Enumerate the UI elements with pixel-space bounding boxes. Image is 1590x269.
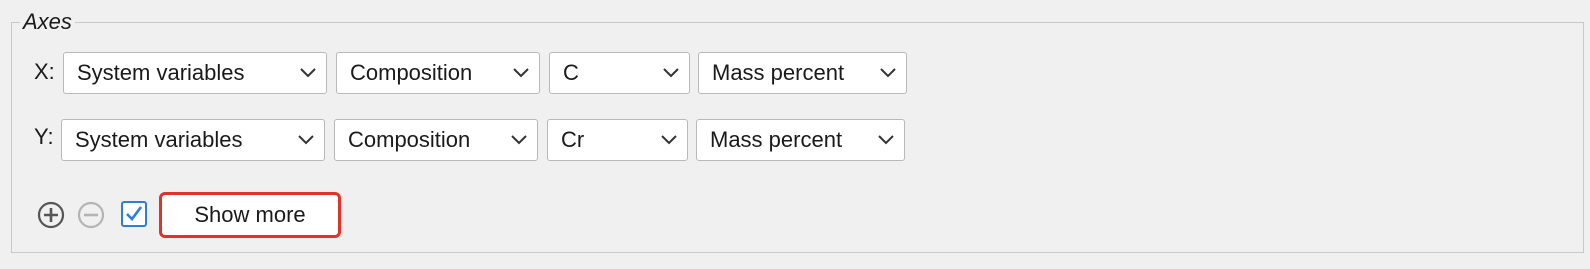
- chevron-down-icon: [878, 135, 894, 145]
- minus-circle-icon[interactable]: [77, 201, 105, 229]
- x-unit-dropdown[interactable]: Mass percent: [698, 52, 907, 94]
- chevron-down-icon: [300, 68, 316, 78]
- show-more-button[interactable]: Show more: [159, 192, 341, 238]
- x-element-value: C: [563, 60, 579, 85]
- y-category-dropdown[interactable]: System variables: [61, 119, 325, 161]
- y-category-value: System variables: [75, 127, 243, 152]
- y-quantity-value: Composition: [348, 127, 471, 152]
- y-unit-value: Mass percent: [710, 127, 843, 152]
- chevron-down-icon: [661, 135, 677, 145]
- x-category-value: System variables: [77, 60, 245, 85]
- x-axis-label: X:: [34, 59, 55, 84]
- y-quantity-dropdown[interactable]: Composition: [334, 119, 538, 161]
- y-element-value: Cr: [561, 127, 585, 152]
- chevron-down-icon: [663, 68, 679, 78]
- x-quantity-dropdown[interactable]: Composition: [336, 52, 540, 94]
- y-unit-dropdown[interactable]: Mass percent: [696, 119, 905, 161]
- x-element-dropdown[interactable]: C: [549, 52, 690, 94]
- chevron-down-icon: [880, 68, 896, 78]
- y-axis-label: Y:: [34, 124, 54, 149]
- axes-group-title: Axes: [20, 8, 75, 36]
- x-quantity-value: Composition: [350, 60, 473, 85]
- x-category-dropdown[interactable]: System variables: [63, 52, 327, 94]
- x-unit-value: Mass percent: [712, 60, 845, 85]
- chevron-down-icon: [298, 135, 314, 145]
- checkmark-icon: [126, 206, 143, 221]
- chevron-down-icon: [511, 135, 527, 145]
- plus-circle-icon[interactable]: [37, 201, 65, 229]
- show-more-checkbox[interactable]: [121, 201, 147, 227]
- chevron-down-icon: [513, 68, 529, 78]
- y-element-dropdown[interactable]: Cr: [547, 119, 688, 161]
